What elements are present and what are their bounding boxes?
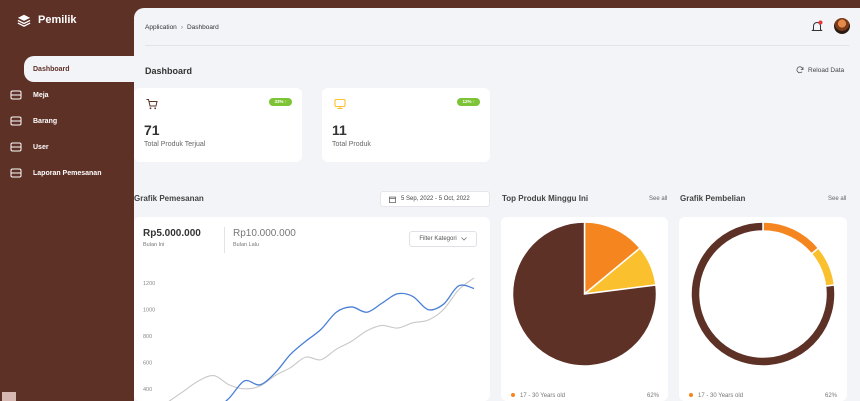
sidebar-item-label: Dashboard bbox=[33, 65, 70, 73]
series-line-current bbox=[225, 284, 475, 401]
kpi-divider bbox=[224, 227, 225, 253]
top-produk-card: 17 - 30 Years old 62% bbox=[501, 217, 668, 401]
sidebar-item-barang[interactable]: Barang bbox=[0, 108, 134, 134]
sidebar-item-label: User bbox=[33, 143, 49, 151]
status-badge: 12% ↑ bbox=[457, 98, 480, 106]
layers-icon bbox=[17, 14, 31, 27]
stat-label: Total Produk bbox=[332, 141, 371, 148]
box-icon bbox=[10, 90, 22, 100]
kpi-value: Rp10.000.000 bbox=[233, 228, 296, 239]
bell-icon[interactable] bbox=[811, 20, 823, 33]
reload-label: Reload Data bbox=[808, 66, 845, 74]
date-range-label: 5 Sep, 2022 - 5 Oct, 2022 bbox=[401, 196, 470, 202]
donut-slice bbox=[762, 221, 820, 255]
topbar: Application › Dashboard bbox=[134, 8, 860, 46]
kpi-previous: Rp10.000.000 Bulan Lalu bbox=[233, 228, 296, 248]
monitor-icon bbox=[334, 98, 346, 109]
y-tick-label: 1000 bbox=[143, 308, 155, 314]
sidebar-item-label: Laporan Pemesanan bbox=[33, 169, 102, 177]
stat-card-total-produk: 12% ↑ 11 Total Produk bbox=[322, 88, 490, 162]
sidebar-nav: Dashboard Meja Barang User Laporan Pemes… bbox=[0, 56, 134, 186]
y-tick-label: 800 bbox=[143, 334, 152, 340]
chevron-down-icon bbox=[460, 237, 467, 241]
donut-slice bbox=[810, 247, 836, 287]
box-icon bbox=[10, 142, 22, 152]
legend-label: 17 - 30 Years old bbox=[698, 393, 744, 399]
legend-item: 17 - 30 Years old 62% bbox=[511, 393, 659, 399]
legend-label: 17 - 30 Years old bbox=[520, 393, 566, 399]
grafik-pembelian-title: Grafik Pembelian bbox=[680, 194, 746, 203]
legend-value: 62% bbox=[824, 393, 837, 399]
kpi-label: Bulan Ini bbox=[143, 242, 165, 248]
legend-value: 62% bbox=[646, 393, 659, 399]
breadcrumb: Application › Dashboard bbox=[145, 24, 219, 31]
stat-value: 11 bbox=[332, 122, 347, 138]
refresh-icon bbox=[796, 66, 804, 74]
line-chart: 1200 1000 800 600 400 bbox=[143, 277, 475, 401]
y-tick-label: 600 bbox=[143, 360, 152, 366]
kpi-value: Rp5.000.000 bbox=[143, 228, 201, 239]
grafik-pembelian-card: 17 - 30 Years old 62% bbox=[679, 217, 847, 401]
donut-chart bbox=[690, 221, 836, 367]
y-tick-label: 400 bbox=[143, 387, 152, 393]
breadcrumb-root[interactable]: Application bbox=[145, 24, 177, 31]
reload-data-button[interactable]: Reload Data bbox=[796, 66, 844, 74]
see-all-link[interactable]: See all bbox=[649, 196, 667, 202]
stat-label: Total Produk Terjual bbox=[144, 141, 206, 148]
home-icon bbox=[11, 64, 21, 74]
app-title: Pemilik bbox=[38, 14, 77, 26]
status-badge: 33% ↑ bbox=[269, 98, 292, 106]
series-line-previous bbox=[168, 277, 475, 401]
legend-dot bbox=[511, 393, 515, 397]
box-icon bbox=[10, 168, 22, 178]
page-title: Dashboard bbox=[145, 66, 193, 76]
stat-value: 71 bbox=[144, 122, 160, 138]
kpi-label: Bulan Lalu bbox=[233, 242, 259, 248]
legend-dot bbox=[689, 393, 693, 397]
filter-kategori-dropdown[interactable]: Filter Kategori bbox=[409, 231, 477, 247]
sidebar-item-meja[interactable]: Meja bbox=[0, 82, 134, 108]
date-range-picker[interactable]: 5 Sep, 2022 - 5 Oct, 2022 bbox=[380, 191, 490, 207]
filter-label: Filter Kategori bbox=[419, 236, 457, 242]
corner-badge bbox=[2, 392, 16, 401]
top-produk-title: Top Produk Minggu Ini bbox=[502, 194, 589, 203]
main-panel: Application › Dashboard Dashboard Reload… bbox=[134, 8, 860, 401]
breadcrumb-current: Dashboard bbox=[186, 24, 219, 31]
legend-item: 17 - 30 Years old 62% bbox=[689, 393, 837, 399]
pie-chart bbox=[511, 221, 658, 367]
sidebar-item-label: Meja bbox=[33, 91, 49, 99]
topbar-divider bbox=[145, 45, 849, 46]
kpi-current: Rp5.000.000 Bulan Ini bbox=[143, 228, 201, 248]
sidebar: Pemilik Dashboard Meja Barang User Lapor… bbox=[0, 0, 134, 401]
cart-icon bbox=[146, 99, 158, 110]
sidebar-item-dashboard[interactable]: Dashboard bbox=[11, 56, 134, 82]
sidebar-item-user[interactable]: User bbox=[0, 134, 134, 160]
box-icon bbox=[10, 116, 22, 126]
sidebar-item-label: Barang bbox=[33, 117, 58, 125]
grafik-pemesanan-card: Rp5.000.000 Bulan Ini Rp10.000.000 Bulan… bbox=[134, 217, 490, 401]
brand[interactable]: Pemilik bbox=[17, 13, 77, 27]
stat-card-total-produk-terjual: 33% ↑ 71 Total Produk Terjual bbox=[134, 88, 302, 162]
breadcrumb-separator: › bbox=[180, 24, 183, 31]
grafik-pemesanan-title: Grafik Pemesanan bbox=[134, 194, 204, 203]
y-tick-label: 1200 bbox=[143, 281, 155, 287]
sidebar-item-laporan-pemesanan[interactable]: Laporan Pemesanan bbox=[0, 160, 134, 186]
see-all-link[interactable]: See all bbox=[828, 196, 846, 202]
calendar-icon bbox=[389, 196, 396, 203]
avatar[interactable] bbox=[834, 18, 850, 34]
